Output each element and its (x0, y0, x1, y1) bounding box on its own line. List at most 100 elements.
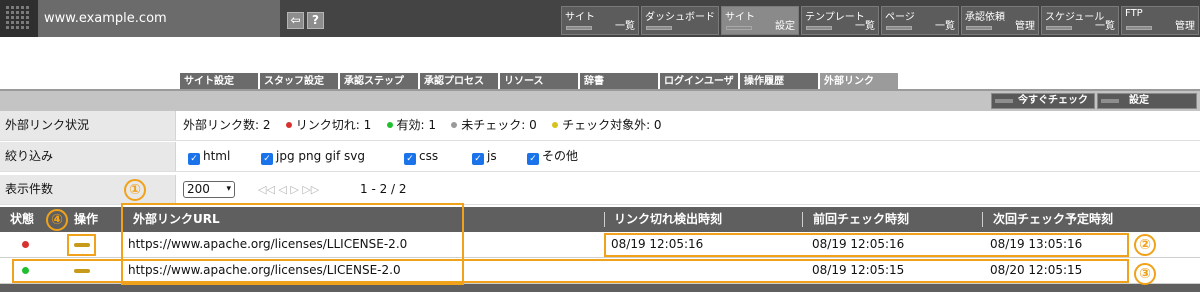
site-name[interactable]: www.example.com (44, 11, 167, 26)
filter-option-label: jpg png gif svg (276, 149, 365, 163)
menu-bar-icon (806, 26, 832, 30)
logo-dot (6, 26, 9, 29)
annotation-box-row-1 (604, 233, 1129, 257)
filter-image-checkbox[interactable]: ✓ jpg png gif svg (261, 142, 365, 171)
checkbox-checked-icon: ✓ (404, 153, 416, 165)
menu-bar-icon (1046, 26, 1072, 30)
tab-resources[interactable]: リソース (500, 73, 579, 90)
check-now-button[interactable]: 今すぐチェック (991, 93, 1095, 109)
logo-dot (11, 16, 14, 19)
annotation-marker-4: ④ (46, 209, 68, 231)
menu-site-list[interactable]: サイト 一覧 (561, 6, 639, 35)
logo-dot (16, 11, 19, 14)
filter-option-label: css (419, 149, 439, 163)
site-name-box: www.example.com (38, 0, 280, 37)
menu-site-settings[interactable]: サイト 設定 (721, 6, 799, 35)
menu-ftp-manage[interactable]: FTP 管理 (1121, 6, 1199, 35)
logo-dot (11, 21, 14, 24)
filter-other-checkbox[interactable]: ✓ その他 (527, 142, 578, 171)
menu-approval-manage[interactable]: 承認依頼 管理 (961, 6, 1039, 35)
status-row: 外部リンク状況 外部リンク数: 2 リンク切れ: 1 有効: 1 未チェック: … (0, 111, 1200, 141)
logo-dot (16, 6, 19, 9)
status-dot-icon (22, 241, 29, 248)
logo-dot (6, 16, 9, 19)
filter-css-checkbox[interactable]: ✓ css (404, 142, 438, 171)
filter-js-checkbox[interactable]: ✓ js (472, 142, 497, 171)
annotation-box-operation (67, 234, 96, 256)
logo-dot (21, 16, 24, 19)
column-divider (982, 212, 983, 227)
header-next-check: 次回チェック予定時刻 (993, 212, 1114, 226)
settings-label: 設定 (1129, 95, 1149, 106)
tab-approval-step[interactable]: 承認ステップ (340, 73, 419, 90)
per-page-select[interactable]: 200 ▾ (183, 181, 235, 198)
pager-arrows-icon[interactable]: ◁◁ ◁ ▷ ▷▷ (258, 175, 319, 204)
filter-option-label: js (487, 149, 497, 163)
filter-option-label: その他 (542, 149, 579, 163)
tab-site-settings[interactable]: サイト設定 (180, 73, 259, 90)
broken-count: リンク切れ: 1 (295, 118, 372, 132)
logo-dot (11, 11, 14, 14)
annotation-marker-2: ② (1134, 234, 1156, 256)
checkbox-checked-icon: ✓ (188, 153, 200, 165)
status-label: 外部リンク状況 (0, 111, 176, 140)
table-footer (0, 284, 1200, 292)
status-summary: 外部リンク数: 2 リンク切れ: 1 有効: 1 未チェック: 0 チェック対象… (183, 111, 662, 140)
help-icon[interactable]: ? (307, 12, 324, 29)
menu-bar-icon (886, 26, 912, 30)
menu-label: ダッシュボード (645, 12, 715, 23)
menu-schedule-list[interactable]: スケジュール 一覧 (1041, 6, 1119, 35)
menu-label: サイト (565, 12, 595, 23)
tab-approval-process[interactable]: 承認プロセス (420, 73, 499, 90)
top-bar: www.example.com ⇦ ? サイト 一覧 ダッシュボード サイト 設… (0, 0, 1200, 37)
menu-label: FTP (1125, 8, 1143, 19)
logo-dot (11, 6, 14, 9)
menu-page-list[interactable]: ページ 一覧 (881, 6, 959, 35)
menu-template-list[interactable]: テンプレート 一覧 (801, 6, 879, 35)
tab-staff-settings[interactable]: スタッフ設定 (260, 73, 339, 90)
action-bar: 今すぐチェック 設定 (0, 91, 1200, 111)
page-range: 1 - 2 / 2 (360, 182, 407, 196)
logo-dot (21, 11, 24, 14)
tab-dictionary[interactable]: 辞書 (580, 73, 659, 90)
header-detected: リンク切れ検出時刻 (614, 212, 723, 226)
unchecked-count: 未チェック: 0 (461, 118, 537, 132)
menu-link: 管理 (1175, 21, 1195, 32)
menu-bar-icon (726, 26, 752, 30)
paging-label: 表示件数 (0, 175, 176, 204)
logo-dot (21, 21, 24, 24)
column-divider (802, 212, 803, 227)
check-now-label: 今すぐチェック (1018, 95, 1088, 106)
menu-dashboard[interactable]: ダッシュボード (641, 6, 719, 35)
menu-link: 一覧 (615, 21, 635, 32)
menu-link: 管理 (1015, 21, 1035, 32)
back-icon[interactable]: ⇦ (287, 12, 304, 29)
menu-bar-icon (566, 26, 592, 30)
logo-dot (16, 16, 19, 19)
tab-operation-history[interactable]: 操作履歴 (740, 73, 819, 90)
header-last-check: 前回チェック時刻 (813, 212, 910, 226)
valid-count: 有効: 1 (396, 118, 437, 132)
filter-options: ✓ html ✓ jpg png gif svg ✓ css ✓ js ✓ その他 (0, 142, 1200, 171)
annotation-marker-1: ① (124, 179, 146, 201)
annotation-box-row-2 (12, 259, 1129, 283)
logo-dot (26, 26, 29, 29)
per-page-value: 200 (187, 182, 210, 196)
filter-html-checkbox[interactable]: ✓ html (188, 142, 230, 171)
logo-dot (6, 6, 9, 9)
logo-icon[interactable] (0, 0, 38, 37)
total-count: 外部リンク数: 2 (183, 118, 271, 132)
menu-link: 一覧 (855, 21, 875, 32)
logo-dot (26, 21, 29, 24)
menu-link: 一覧 (935, 21, 955, 32)
tab-external-links[interactable]: 外部リンク (820, 73, 899, 90)
logo-dot (11, 26, 14, 29)
logo-dot (21, 6, 24, 9)
menu-link: 設定 (775, 21, 795, 32)
menu-bar-icon (966, 26, 992, 30)
broken-dot-icon (285, 122, 292, 128)
logo-dot (26, 11, 29, 14)
tab-login-users[interactable]: ログインユーザ (660, 73, 739, 90)
checkbox-checked-icon: ✓ (527, 153, 539, 165)
settings-button[interactable]: 設定 (1097, 93, 1197, 109)
